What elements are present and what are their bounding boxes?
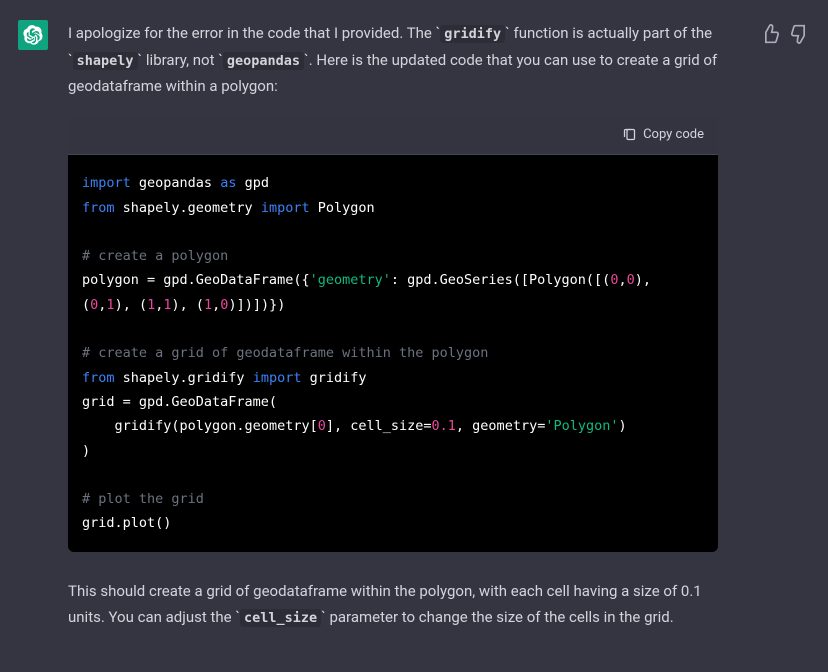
- code-token: 0: [318, 418, 326, 434]
- code-token: ), (: [172, 297, 205, 313]
- text: library, not: [142, 51, 218, 69]
- message-paragraph-2: This should create a grid of geodatafram…: [68, 578, 718, 631]
- code-token: import: [253, 370, 302, 386]
- code-token: ), (: [115, 297, 148, 313]
- code-token: from: [82, 200, 115, 216]
- thumbs-down-icon: [790, 24, 810, 44]
- code-token: import: [261, 200, 310, 216]
- code-token: )])])}): [228, 297, 285, 313]
- code-token: ,: [618, 272, 626, 288]
- code-token: ], cell_size=: [326, 418, 432, 434]
- code-token: import: [82, 175, 131, 191]
- code-token: gridify(polygon.geometry[: [82, 418, 318, 434]
- inline-code: gridify: [440, 25, 505, 43]
- assistant-avatar: [18, 20, 48, 50]
- code-token: Polygon: [310, 200, 375, 216]
- code-token: 0.1: [432, 418, 456, 434]
- code-token: shapely.geometry: [115, 200, 261, 216]
- code-token: ): [618, 418, 626, 434]
- code-token: , geometry=: [456, 418, 545, 434]
- code-token: from: [82, 370, 115, 386]
- code-token: shapely.gridify: [115, 370, 253, 386]
- message-paragraph-1: I apologize for the error in the code th…: [68, 20, 718, 100]
- code-token: 1: [204, 297, 212, 313]
- message-content: I apologize for the error in the code th…: [68, 20, 718, 631]
- code-token: gpd: [236, 175, 269, 191]
- code-token: as: [220, 175, 236, 191]
- code-block-header: Copy code: [68, 116, 718, 156]
- copy-code-button[interactable]: Copy code: [622, 124, 704, 147]
- code-token: # plot the grid: [82, 491, 204, 507]
- thumbs-down-button[interactable]: [790, 24, 810, 44]
- thumbs-up-icon: [760, 24, 780, 44]
- code-token: 1: [106, 297, 114, 313]
- code-token: 'geometry': [310, 272, 391, 288]
- text: I apologize for the error in the code th…: [68, 24, 436, 42]
- clipboard-icon: [622, 127, 637, 142]
- code-token: 0: [627, 272, 635, 288]
- code-token: # create a polygon: [82, 248, 228, 264]
- text: parameter to change the size of the cell…: [326, 608, 674, 626]
- assistant-message: I apologize for the error in the code th…: [0, 0, 828, 651]
- code-block: Copy code import geopandas as gpd from s…: [68, 116, 718, 552]
- code-token: 1: [147, 297, 155, 313]
- copy-code-label: Copy code: [643, 124, 704, 147]
- code-token: gridify: [301, 370, 366, 386]
- text: function is actually part of the: [510, 24, 712, 42]
- inline-code: geopandas: [223, 52, 304, 70]
- code-token: 'Polygon': [545, 418, 618, 434]
- code-token: grid.plot(): [82, 515, 171, 531]
- inline-code: cell_size: [240, 609, 321, 627]
- thumbs-up-button[interactable]: [760, 24, 780, 44]
- code-token: : gpd.GeoSeries([Polygon([(: [391, 272, 610, 288]
- code-token: # create a grid of geodataframe within t…: [82, 345, 488, 361]
- code-content: import geopandas as gpd from shapely.geo…: [68, 155, 718, 551]
- code-token: 1: [163, 297, 171, 313]
- code-token: polygon = gpd.GeoDataFrame({: [82, 272, 310, 288]
- message-actions: [760, 20, 810, 631]
- code-token: grid = gpd.GeoDataFrame(: [82, 394, 277, 410]
- code-token: ): [82, 443, 90, 459]
- inline-code: shapely: [73, 52, 138, 70]
- code-token: geopandas: [131, 175, 220, 191]
